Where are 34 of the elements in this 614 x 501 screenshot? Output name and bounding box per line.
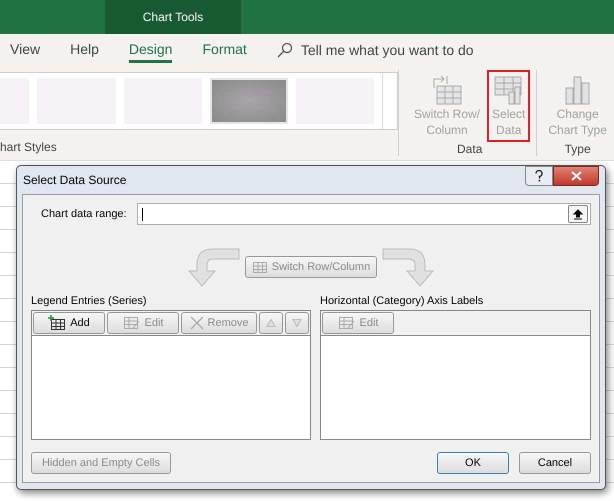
close-button[interactable] bbox=[553, 166, 599, 186]
ribbon-tab[interactable]: Format bbox=[202, 37, 247, 63]
text-cursor bbox=[142, 208, 143, 220]
down-triangle-icon bbox=[292, 317, 302, 329]
edit-table-icon bbox=[122, 315, 141, 331]
close-icon bbox=[570, 171, 582, 181]
edit-table-icon bbox=[338, 315, 356, 331]
group-label: hart Styles bbox=[0, 140, 58, 156]
ribbon-tab[interactable]: Design bbox=[128, 37, 172, 63]
switch-table-icon bbox=[431, 74, 464, 106]
group-label: Type bbox=[564, 142, 592, 158]
table-icon bbox=[252, 260, 268, 274]
cancel-button[interactable]: Cancel bbox=[519, 452, 591, 474]
upload-arrow-icon bbox=[573, 208, 583, 220]
collapse-button[interactable] bbox=[568, 205, 588, 223]
remove-icon bbox=[190, 316, 204, 330]
add-button[interactable]: Add bbox=[33, 312, 105, 334]
tell-me-field[interactable]: Tell me what you want to do bbox=[300, 42, 474, 58]
chart-range-field[interactable] bbox=[136, 203, 591, 225]
section-title: Horizontal (Category) Axis Labels bbox=[320, 295, 484, 307]
contextual-tab-title: Chart Tools bbox=[105, 0, 241, 34]
group-label: Data bbox=[456, 142, 484, 158]
chart-style-thumbnail[interactable] bbox=[210, 78, 288, 124]
question-icon bbox=[535, 170, 543, 182]
add-table-icon bbox=[48, 315, 66, 331]
dialog-title: Select Data Source bbox=[23, 173, 126, 187]
up-triangle-icon bbox=[266, 317, 276, 329]
field-label: Chart data range: bbox=[41, 208, 127, 220]
ribbon-tab[interactable]: Help bbox=[70, 37, 99, 63]
help-button[interactable] bbox=[525, 166, 553, 186]
ribbon-tab[interactable]: View bbox=[10, 37, 40, 63]
section-title: Legend Entries (Series) bbox=[31, 295, 148, 307]
ok-button[interactable]: OK bbox=[437, 452, 509, 474]
search-icon bbox=[276, 42, 293, 58]
